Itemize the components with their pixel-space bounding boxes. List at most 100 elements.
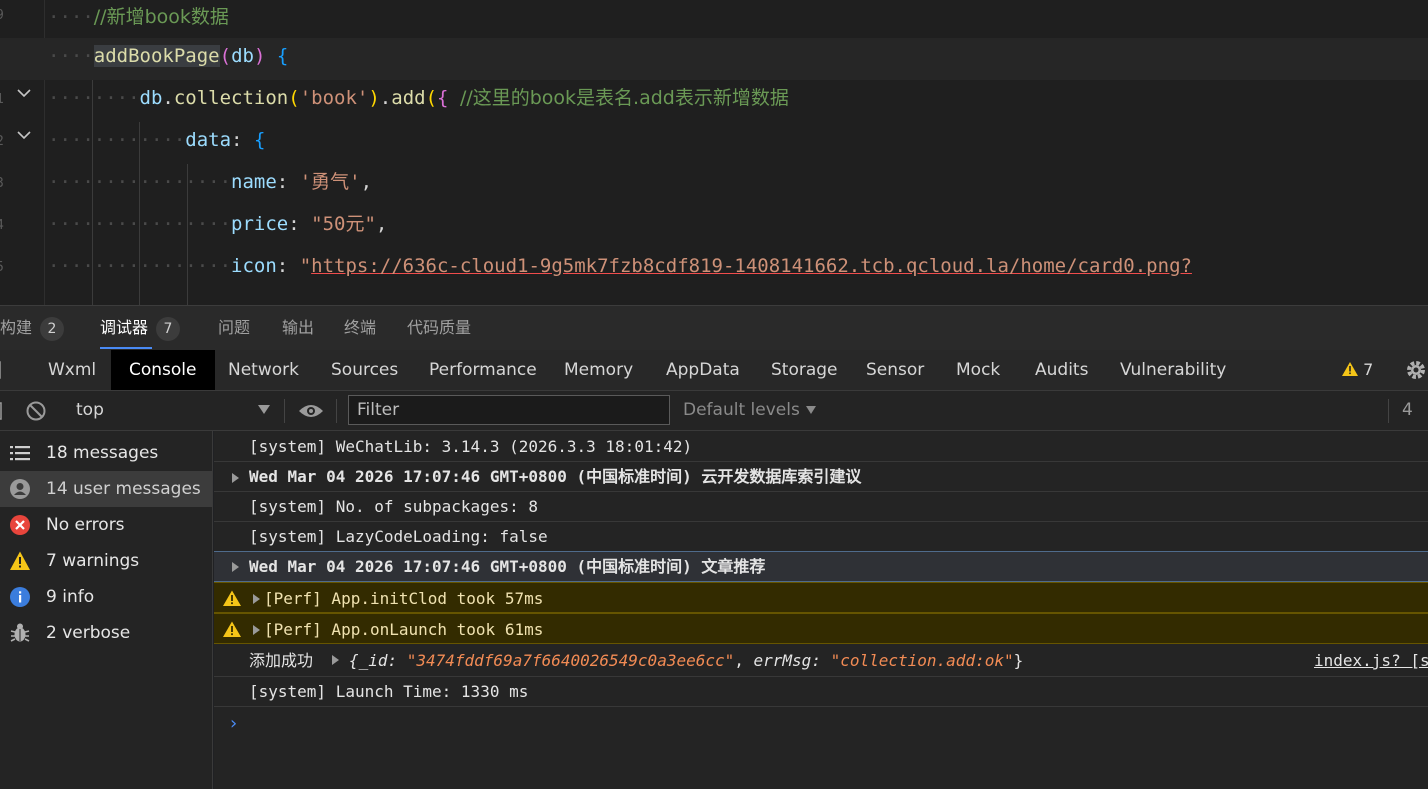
console-log-object[interactable]: 添加成功 {_id: "3474fddf69a7f6640026549c0a3e… [214,645,1428,677]
tab-sources[interactable]: Sources [331,350,398,390]
error-icon [10,515,30,535]
warning-icon [1342,362,1358,376]
console-warning[interactable]: [Perf] App.onLaunch took 61ms [214,613,1428,644]
log-levels-dropdown[interactable]: Default levels [683,391,816,430]
warning-icon [223,621,241,637]
tab-wxml[interactable]: Wxml [48,350,96,390]
tab-debugger[interactable]: 调试器 7 [100,306,181,350]
tab-network[interactable]: Network [228,350,299,390]
warnings-counter[interactable]: 7 [1342,350,1373,390]
toolbar-divider [284,399,285,423]
inspect-icon[interactable] [0,360,6,380]
message-text: [system] WeChatLib: 3.14.3 (2026.3.3 18:… [249,437,693,456]
code-editor[interactable]: 9 0 1 2 3 4 5 ····//新增book数据 ····addBook… [0,0,1428,305]
tab-mock[interactable]: Mock [956,350,1000,390]
eye-icon[interactable] [298,402,324,420]
sidebar-item-info[interactable]: 9 info [0,579,212,615]
gear-icon[interactable] [1404,358,1428,382]
code-line: ····//新增book数据 [48,6,229,28]
console-toolbar: top Default levels 4 h [0,391,1428,459]
tab-label: 构建 [0,318,33,337]
message-text: [system] LazyCodeLoading: false [249,527,548,546]
console-prompt[interactable]: › [228,713,239,734]
sidebar-item-label: 9 info [46,587,95,607]
console-output[interactable]: [system] WeChatLib: 3.14.3 (2026.3.3 18:… [214,431,1428,789]
tab-build[interactable]: 构建 2 [0,306,65,350]
tab-output[interactable]: 输出 [282,306,314,350]
source-link[interactable]: index.js? [s [1314,645,1428,677]
tab-memory[interactable]: Memory [564,350,633,390]
tab-code-quality[interactable]: 代码质量 [407,306,471,350]
console-message: [system] LazyCodeLoading: false [214,522,1428,552]
expand-triangle-icon[interactable] [253,594,260,604]
tab-sensor[interactable]: Sensor [866,350,924,390]
code-line: ············data: { [48,129,266,151]
expand-triangle-icon[interactable] [232,473,239,483]
warning-icon [10,551,30,570]
toolbar-divider [336,399,337,423]
message-text: Wed Mar 04 2026 17:07:46 GMT+0800 (中国标准时… [249,557,766,576]
panel-tab-bar: 构建 2 调试器 7 问题 输出 终端 代码质量 [0,305,1428,350]
code-line: ········db.collection('book').add({ //这里… [48,87,789,109]
user-icon [10,479,30,499]
log-line: 添加成功 {_id: "3474fddf69a7f6640026549c0a3e… [249,651,1024,670]
tab-problems[interactable]: 问题 [218,306,250,350]
warnings-count-text: 7 [1363,360,1374,379]
tab-audits[interactable]: Audits [1035,350,1088,390]
count-badge: 7 [156,317,181,341]
code-line: ················price: "50元", [48,213,388,235]
sidebar-toggle-icon[interactable] [0,401,6,421]
count-badge: 2 [40,317,65,341]
expand-triangle-icon[interactable] [232,562,239,572]
object-key: _id [358,651,388,670]
sidebar-item-label: 2 verbose [46,623,131,643]
tab-console[interactable]: Console [111,350,215,390]
context-value: top [76,400,104,420]
sidebar-item-errors[interactable]: No errors [0,507,212,543]
log-levels-label: Default levels [683,400,800,420]
filter-input[interactable] [348,395,670,425]
message-text: [system] Launch Time: 1330 ms [249,682,529,701]
console-message: [system] Launch Time: 1330 ms [214,677,1428,707]
tab-terminal[interactable]: 终端 [344,306,376,350]
tab-vulnerability[interactable]: Vulnerability [1120,350,1226,390]
sidebar-item-user-messages[interactable]: 14 user messages [0,471,212,507]
url-link[interactable]: https://636c-cloud1-9g5mk7fzb8cdf819-140… [311,255,1192,277]
chevron-down-icon [805,406,816,414]
clear-console-icon[interactable] [25,400,47,422]
message-text: [system] No. of subpackages: 8 [249,497,538,516]
log-prefix: 添加成功 [249,651,314,670]
tab-appdata[interactable]: AppData [666,350,740,390]
hidden-messages-count: 4 h [1402,400,1413,459]
active-tab-indicator [100,347,152,349]
console-group[interactable]: Wed Mar 04 2026 17:07:46 GMT+0800 (中国标准时… [214,551,1428,582]
sidebar-item-label: 18 messages [46,443,159,463]
toolbar-divider [1388,399,1389,423]
list-icon [10,446,30,461]
console-message: [system] WeChatLib: 3.14.3 (2026.3.3 18:… [214,432,1428,462]
object-value: "collection.add:ok" [830,651,1014,670]
sidebar-item-verbose[interactable]: 2 verbose [0,615,212,651]
sidebar-item-label: 7 warnings [46,551,140,571]
message-text: [Perf] App.onLaunch took 61ms [264,620,544,639]
context-selector[interactable]: top [76,391,276,430]
code-line: ················icon: "https://636c-clou… [48,255,1192,277]
tab-label: 调试器 [100,318,149,337]
bug-icon [10,623,30,642]
sidebar-item-label: No errors [46,515,125,535]
dropdown-arrow-icon [258,405,270,414]
sidebar-item-warnings[interactable]: 7 warnings [0,543,212,579]
sidebar-item-messages[interactable]: 18 messages [0,435,212,471]
tab-performance[interactable]: Performance [429,350,537,390]
code-line-current: ····addBookPage(db) { [0,38,1428,80]
console-group[interactable]: Wed Mar 04 2026 17:07:46 GMT+0800 (中国标准时… [214,462,1428,492]
sidebar-item-label: 14 user messages [46,479,201,499]
tab-storage[interactable]: Storage [771,350,838,390]
console-warning[interactable]: [Perf] App.initClod took 57ms [214,582,1428,613]
message-text: [Perf] App.initClod took 57ms [264,589,544,608]
warning-icon [223,590,241,606]
console-message: [system] No. of subpackages: 8 [214,492,1428,522]
expand-triangle-icon[interactable] [253,625,260,635]
expand-triangle-icon[interactable] [332,655,340,665]
console-sidebar: 18 messages 14 user messages No errors 7… [0,431,213,789]
